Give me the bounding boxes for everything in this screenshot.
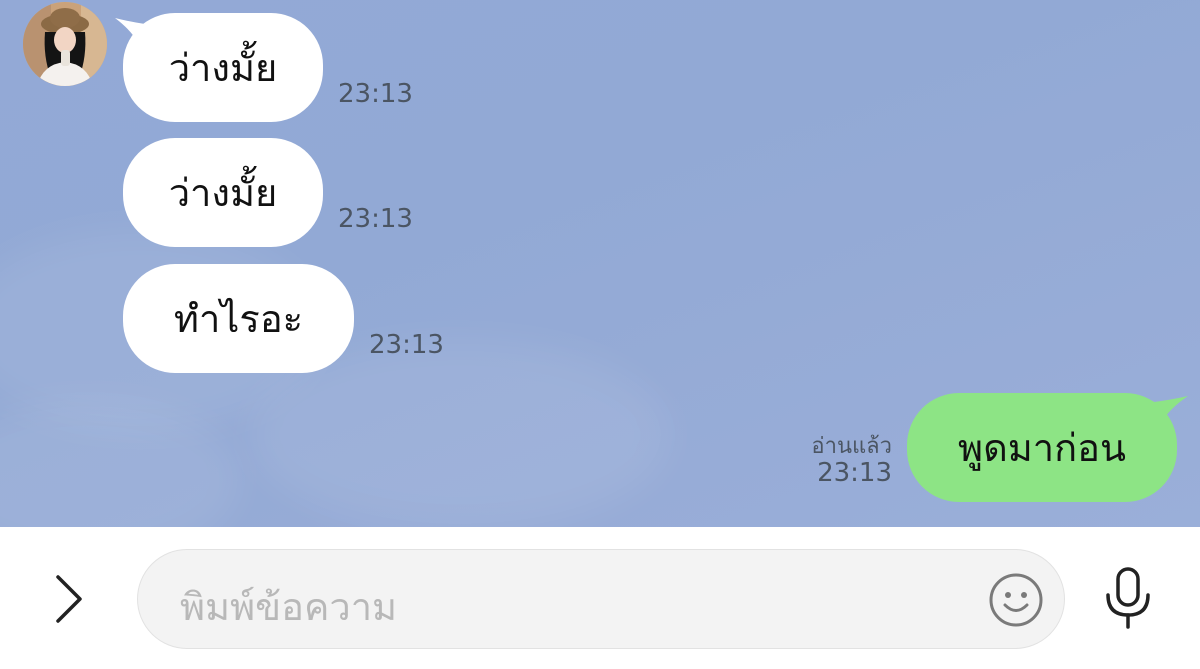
incoming-message-bubble[interactable]: ทำไรอะ	[123, 264, 354, 373]
message-time: 23:13	[338, 204, 413, 234]
message-text: ว่างมั้ย	[168, 171, 278, 215]
chevron-right-icon[interactable]	[40, 569, 100, 629]
incoming-message-bubble[interactable]: ว่างมั้ย	[123, 138, 323, 247]
message-time: 23:13	[338, 79, 413, 109]
chat-message-area[interactable]: ว่างมั้ย 23:13 ว่างมั้ย 23:13 ทำไรอะ 23:…	[0, 0, 1200, 527]
message-time: 23:13	[369, 330, 444, 360]
contact-avatar[interactable]	[23, 2, 107, 86]
message-input-placeholder: พิมพ์ข้อความ	[180, 585, 398, 629]
incoming-message-bubble[interactable]: ว่างมั้ย	[123, 13, 323, 122]
message-input-bar: พิมพ์ข้อความ	[0, 527, 1200, 669]
message-input[interactable]: พิมพ์ข้อความ	[137, 549, 1065, 649]
microphone-icon[interactable]	[1098, 565, 1158, 631]
message-text: พูดมาก่อน	[958, 426, 1126, 470]
smiley-icon[interactable]	[988, 572, 1044, 628]
message-text: ว่างมั้ย	[168, 46, 278, 90]
message-text: ทำไรอะ	[173, 297, 304, 341]
message-time: 23:13	[817, 458, 892, 488]
outgoing-message-bubble[interactable]: พูดมาก่อน	[907, 393, 1177, 502]
